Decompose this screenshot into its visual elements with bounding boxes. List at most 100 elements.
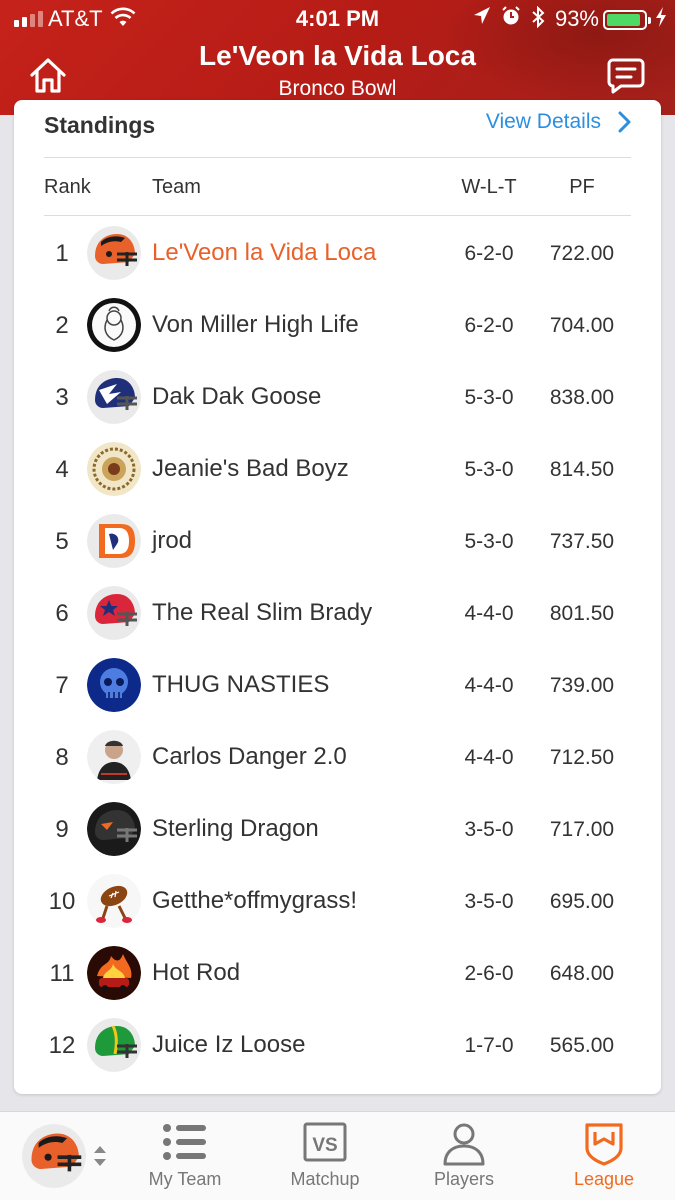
ornate-emblem-avatar: [87, 442, 141, 496]
team-record: 4-4-0: [464, 674, 514, 697]
alarm-icon: [501, 6, 521, 34]
team-points-for: 801.50: [549, 602, 615, 625]
standings-row[interactable]: 3 Dak Dak Goose 5-3-0 838.00: [44, 361, 631, 433]
team-name: THUG NASTIES: [152, 671, 330, 698]
team-name: Hot Rod: [152, 959, 241, 986]
view-details-link[interactable]: View Details: [486, 110, 631, 134]
team-points-for: 722.00: [549, 242, 615, 265]
list-icon: [162, 1122, 208, 1167]
column-header-wlt: W-L-T: [461, 176, 517, 198]
sketch-portrait-avatar: [87, 298, 141, 352]
bottom-tab-bar: My Team VS Matchup Players League: [0, 1111, 675, 1200]
team-name: Juice Iz Loose: [152, 1031, 306, 1058]
team-rank: 11: [49, 960, 75, 987]
tab-matchup[interactable]: VS Matchup: [272, 1112, 378, 1200]
team-record: 4-4-0: [464, 746, 514, 769]
standings-row[interactable]: 2 Von Miller High Life 6-2-0 704.00: [44, 289, 631, 361]
view-details-label: View Details: [485, 110, 601, 133]
team-points-for: 737.50: [549, 530, 615, 553]
team-record: 6-2-0: [464, 242, 514, 265]
status-icons: [473, 5, 545, 34]
team-rank: 9: [55, 816, 69, 843]
team-points-for: 838.00: [549, 386, 615, 409]
green-helmet-icon: [87, 1018, 141, 1072]
team-record: 3-5-0: [464, 818, 514, 841]
tab-label: My Team: [148, 1169, 222, 1189]
standings-row[interactable]: 8 Carlos Danger 2.0 4-4-0 712.50: [44, 721, 631, 793]
team-rank: 5: [55, 528, 69, 555]
team-rank: 8: [55, 744, 69, 771]
bronco-logo-avatar: [87, 514, 141, 568]
app-header: AT&T 4:01 PM 93% Le'Veon la Vida Loca Br…: [0, 0, 675, 115]
page-title: Le'Veon la Vida Loca: [199, 40, 476, 71]
chat-icon[interactable]: [607, 58, 645, 94]
battery-nub: [648, 17, 651, 24]
orange-black-helmet-icon: [22, 1124, 86, 1188]
team-rank: 6: [55, 600, 69, 627]
standings-row[interactable]: 4 Jeanie's Bad Boyz 5-3-0 814.50: [44, 433, 631, 505]
team-rank: 3: [55, 384, 69, 411]
team-points-for: 814.50: [549, 458, 615, 481]
red-star-helmet-icon: [87, 586, 141, 640]
column-header-rank: Rank: [44, 176, 91, 198]
column-header-team: Team: [152, 176, 201, 198]
team-points-for: 695.00: [549, 890, 615, 913]
team-rank: 2: [55, 312, 69, 339]
team-rank: 1: [55, 240, 69, 267]
tab-label: Matchup: [290, 1169, 360, 1189]
standings-row[interactable]: 7 THUG NASTIES 4-4-0 739.00: [44, 649, 631, 721]
tab-label: Players: [433, 1169, 495, 1189]
league-name: Bronco Bowl: [278, 77, 397, 100]
tab-players[interactable]: Players: [399, 1112, 529, 1200]
team-points-for: 648.00: [549, 962, 615, 985]
team-points-for: 565.00: [549, 1034, 615, 1057]
location-icon: [473, 6, 491, 34]
team-name: Getthe*offmygrass!: [152, 887, 357, 914]
tab-league[interactable]: League: [534, 1112, 674, 1200]
team-name: Le'Veon la Vida Loca: [152, 239, 377, 266]
standings-row[interactable]: 9 Sterling Dragon 3-5-0 717.00: [44, 793, 631, 865]
tab-my-team[interactable]: My Team: [130, 1112, 240, 1200]
standings-row[interactable]: 5 jrod 5-3-0 737.50: [44, 505, 631, 577]
team-rank: 7: [55, 672, 69, 699]
dark-helmet-icon: [87, 802, 141, 856]
column-header-pf: PF: [569, 176, 595, 198]
team-rank: 4: [55, 456, 69, 483]
team-record: 5-3-0: [464, 386, 514, 409]
team-switcher[interactable]: [22, 1124, 118, 1188]
team-record: 4-4-0: [464, 602, 514, 625]
team-record: 5-3-0: [464, 530, 514, 553]
battery-icon: [603, 10, 651, 30]
league-shield-icon: [584, 1122, 624, 1171]
standings-row[interactable]: 6 The Real Slim Brady 4-4-0 801.50: [44, 577, 631, 649]
team-rank: 10: [48, 888, 76, 915]
man-portrait-avatar: [87, 730, 141, 784]
status-bar: AT&T 4:01 PM 93%: [0, 0, 675, 38]
column-divider: [44, 215, 631, 216]
blue-bird-helmet-icon: [87, 370, 141, 424]
chevron-right-icon: [618, 111, 631, 133]
svg-text:VS: VS: [312, 1135, 337, 1156]
standings-row[interactable]: 1 Le'Veon la Vida Loca 6-2-0 722.00: [44, 217, 631, 289]
blue-skull-avatar: [87, 658, 141, 712]
team-name: Jeanie's Bad Boyz: [152, 455, 349, 482]
switch-arrows-icon: [94, 1146, 106, 1166]
standings-row[interactable]: 10 Getthe*offmygrass! 3-5-0 695.00: [44, 865, 631, 937]
football-mascot-avatar: [87, 874, 141, 928]
battery-percent: 93%: [554, 6, 599, 31]
team-rank: 12: [48, 1032, 76, 1059]
team-record: 2-6-0: [464, 962, 514, 985]
team-points-for: 717.00: [549, 818, 615, 841]
person-icon: [441, 1122, 487, 1171]
standings-row[interactable]: 12 Juice Iz Loose 1-7-0 565.00: [44, 1009, 631, 1081]
standings-row[interactable]: 11 Hot Rod 2-6-0 648.00: [44, 937, 631, 1009]
charging-icon: [655, 6, 667, 33]
team-name: The Real Slim Brady: [152, 599, 373, 626]
team-name: jrod: [152, 527, 193, 554]
standings-title: Standings: [44, 112, 156, 138]
team-points-for: 704.00: [549, 314, 615, 337]
standings-card: Standings View Details Rank Team W-L-T P…: [14, 100, 661, 1094]
bluetooth-icon: [531, 5, 545, 34]
standings-header: Standings View Details: [44, 110, 631, 158]
team-name: Dak Dak Goose: [152, 383, 322, 410]
